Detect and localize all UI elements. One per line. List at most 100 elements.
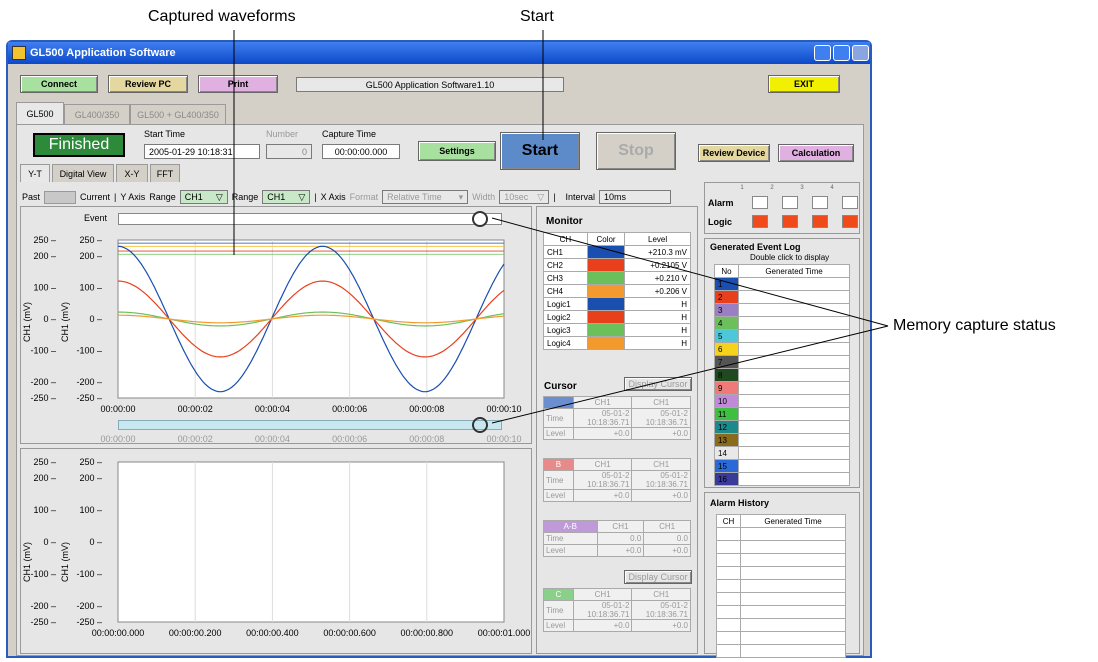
event-no: 13 xyxy=(714,433,739,447)
event-log-row[interactable]: 2 xyxy=(714,290,850,304)
y-tick-label: 200 – xyxy=(33,473,56,483)
monitor-color xyxy=(586,284,626,298)
exit-button[interactable]: EXIT xyxy=(768,75,840,93)
alarm-history-row xyxy=(716,618,846,632)
event-time xyxy=(738,407,850,421)
tab-gl500-gl400-350[interactable]: GL500 + GL400/350 xyxy=(130,104,226,124)
event-no: 2 xyxy=(714,290,739,304)
logic-label: Logic xyxy=(708,217,732,227)
event-log-row[interactable]: 1 xyxy=(714,277,850,291)
alarm-history-title: Alarm History xyxy=(710,498,770,508)
tab-gl500[interactable]: GL500 xyxy=(16,102,64,124)
x-tick-label: 00:00:08 xyxy=(409,434,444,444)
monitor-color xyxy=(586,245,626,259)
connect-button[interactable]: Connect xyxy=(20,75,98,93)
display-cursor-button-a[interactable]: Display Cursor xyxy=(624,377,692,391)
event-log-row[interactable]: 15 xyxy=(714,459,850,473)
event-log-row[interactable]: 3 xyxy=(714,303,850,317)
y-tick-label: -100 – xyxy=(76,569,102,579)
event-time xyxy=(738,459,850,473)
review-device-button[interactable]: Review Device xyxy=(698,144,770,162)
y-axis-channel-select[interactable]: CH1 ▽ xyxy=(179,190,228,204)
close-icon[interactable] xyxy=(852,45,869,61)
event-bar xyxy=(118,213,502,225)
number-label: Number xyxy=(266,129,299,139)
monitor-level: H xyxy=(624,297,691,311)
event-no: 14 xyxy=(714,446,739,460)
x-tick-label: 00:00:04 xyxy=(255,434,290,444)
display-cursor-button-c[interactable]: Display Cursor xyxy=(624,570,692,584)
event-log-row[interactable]: 13 xyxy=(714,433,850,447)
stop-button[interactable]: Stop xyxy=(596,132,676,170)
event-log-row[interactable]: 12 xyxy=(714,420,850,434)
y-tick-label: -100 – xyxy=(76,346,102,356)
event-log-row[interactable]: 14 xyxy=(714,446,850,460)
monitor-title: Monitor xyxy=(546,216,583,227)
minimize-icon[interactable] xyxy=(814,45,831,61)
review-pc-button[interactable]: Review PC xyxy=(108,75,188,93)
event-time xyxy=(738,316,850,330)
cursor-c-table: C CH1 CH1 Time 05-01-2 10:18:36.71 05-01-2 10:… xyxy=(543,588,691,632)
monitor-color xyxy=(586,271,626,285)
maximize-icon[interactable] xyxy=(833,45,850,61)
past-current-toggle[interactable] xyxy=(44,190,77,204)
event-log-row[interactable]: 8 xyxy=(714,368,850,382)
event-no: 6 xyxy=(714,342,739,356)
tab-gl400-350[interactable]: GL400/350 xyxy=(64,104,130,124)
event-log-table: No Generated Time 1 2 3 4 5 6 7 8 9 10 11 12 13 14 15 16 xyxy=(714,264,850,486)
monitor-color xyxy=(586,323,626,337)
y-tick-label: -100 – xyxy=(30,346,56,356)
time-scroll-strip[interactable] xyxy=(118,420,502,430)
format-select[interactable]: Relative Time ▾ xyxy=(382,190,469,204)
y-tick-label: 200 – xyxy=(79,251,102,261)
x-tick-label: 00:00:08 xyxy=(409,404,444,414)
event-log-row[interactable]: 7 xyxy=(714,355,850,369)
past-label: Past xyxy=(22,192,41,202)
event-log-row[interactable]: 11 xyxy=(714,407,850,421)
y-tick-label: -200 – xyxy=(30,377,56,387)
lower-plot-area xyxy=(117,461,505,623)
x-tick-label: 00:00:00.600 xyxy=(323,628,376,638)
monitor-color xyxy=(586,258,626,272)
tab-x-y[interactable]: X-Y xyxy=(116,164,148,182)
event-log-row[interactable]: 9 xyxy=(714,381,850,395)
event-log-row[interactable]: 4 xyxy=(714,316,850,330)
alarm-history-row xyxy=(716,644,846,658)
calculation-button[interactable]: Calculation xyxy=(778,144,854,162)
monitor-table: CH Color Level CH1 +210.3 mV CH2 +0.2105 VC… xyxy=(543,232,691,350)
event-time xyxy=(738,303,850,317)
tab-y-t[interactable]: Y-T xyxy=(20,164,50,182)
event-no: 15 xyxy=(714,459,739,473)
event-time xyxy=(738,368,850,382)
width-select[interactable]: 10sec ▽ xyxy=(499,190,550,204)
tab-fft[interactable]: FFT xyxy=(150,164,180,182)
y-tick-label: 100 – xyxy=(79,505,102,515)
event-no: 12 xyxy=(714,420,739,434)
cursor-title: Cursor xyxy=(544,381,577,392)
x-tick-label: 00:00:06 xyxy=(332,434,367,444)
x-tick-label: 00:00:00 xyxy=(100,404,135,414)
event-no: 5 xyxy=(714,329,739,343)
upper-ylabel-inner: CH1 (mV) xyxy=(60,302,70,342)
event-time xyxy=(738,342,850,356)
event-time xyxy=(738,446,850,460)
title-bar: GL500 Application Software xyxy=(8,42,870,64)
width-label: Width xyxy=(472,192,496,202)
settings-button[interactable]: Settings xyxy=(418,141,496,161)
y-tick-label: 250 – xyxy=(79,457,102,467)
event-log-row[interactable]: 16 xyxy=(714,472,850,486)
monitor-color xyxy=(586,310,626,324)
alarm-history-row xyxy=(716,553,846,567)
event-log-row[interactable]: 10 xyxy=(714,394,850,408)
monitor-ch: Logic1 xyxy=(543,297,588,311)
y-tick-label: 0 – xyxy=(89,537,102,547)
event-log-row[interactable]: 5 xyxy=(714,329,850,343)
start-button[interactable]: Start xyxy=(500,132,580,170)
range-channel-select[interactable]: CH1 ▽ xyxy=(262,190,311,204)
print-button[interactable]: Print xyxy=(198,75,278,93)
event-no: 16 xyxy=(714,472,739,486)
y-tick-label: 100 – xyxy=(33,505,56,515)
interval-field: 10ms xyxy=(599,190,672,204)
event-log-row[interactable]: 6 xyxy=(714,342,850,356)
tab-digital-view[interactable]: Digital View xyxy=(52,164,114,182)
